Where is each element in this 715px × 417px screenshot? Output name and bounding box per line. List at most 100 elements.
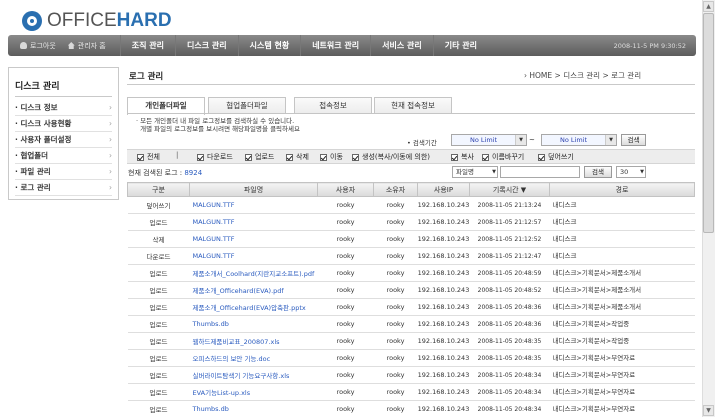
search-field-select[interactable]: 파일명 ▼ xyxy=(452,166,498,178)
log-type: 업로드 xyxy=(127,213,190,231)
user-name: rooky xyxy=(317,400,374,417)
filter-delete-checkbox[interactable]: 삭제 xyxy=(286,152,309,162)
ip-address: 192.168.10.243 xyxy=(417,298,470,316)
filter-move-checkbox[interactable]: 이동 xyxy=(320,152,343,162)
col-filename-header[interactable]: 파일명 xyxy=(189,182,318,197)
checkbox-checked-icon xyxy=(137,153,144,161)
user-name: rooky xyxy=(317,332,374,350)
sidebar-item-disk-usage[interactable]: · 디스크 사용현황 › xyxy=(15,116,112,132)
search-button[interactable]: 검색 xyxy=(584,166,612,178)
user-name: rooky xyxy=(317,298,374,316)
owner-name: rooky xyxy=(373,281,418,299)
col-user-header[interactable]: 사용자 xyxy=(317,182,374,197)
checkbox-checked-icon xyxy=(451,153,458,161)
log-type: 업로드 xyxy=(127,281,190,299)
ip-address: 192.168.10.243 xyxy=(417,349,470,367)
main-menu: 조직 관리 디스크 관리 시스템 현황 네트워크 관리 서비스 관리 기타 관리 xyxy=(119,35,488,56)
owner-name: rooky xyxy=(373,332,418,350)
col-type-header[interactable]: 구분 xyxy=(127,182,190,197)
log-type: 업로드 xyxy=(127,349,190,367)
file-name-link[interactable]: 제품소개_Officehard(EVA).pdf xyxy=(189,281,318,299)
user-name: rooky xyxy=(317,366,374,384)
sidebar-item-log-manage[interactable]: · 로그 관리 › xyxy=(15,180,112,196)
log-time: 2008-11-05 20:48:59 xyxy=(469,264,550,282)
filter-overwrite-checkbox[interactable]: 덮어쓰기 xyxy=(538,152,574,162)
sidebar-item-user-folder[interactable]: · 사용자 폴더설정 › xyxy=(15,132,112,148)
scroll-down-icon[interactable]: ▼ xyxy=(703,405,714,416)
file-name-link[interactable]: 오피스하드의 보안 기능.doc xyxy=(189,349,318,367)
table-row: 덮어쓰기 MALGUN.TTF rooky rooky 192.168.10.243 20… xyxy=(127,196,695,214)
filter-copy-checkbox[interactable]: 복사 xyxy=(451,152,474,162)
col-path-header[interactable]: 경로 xyxy=(549,182,695,197)
logo-text: OFFICEHARD xyxy=(47,10,172,31)
owner-name: rooky xyxy=(373,400,418,417)
scroll-up-icon[interactable]: ▲ xyxy=(703,1,714,12)
filter-download-checkbox[interactable]: 다운로드 xyxy=(197,152,233,162)
log-type: 삭제 xyxy=(127,230,190,248)
admin-home-link[interactable]: 관리자 홈 xyxy=(67,41,106,51)
file-name-link[interactable]: Thumbs.db xyxy=(189,400,318,417)
period-search-button[interactable]: 검색 xyxy=(621,134,646,146)
file-name-link[interactable]: MALGUN.TTF xyxy=(189,196,318,214)
log-type: 업로드 xyxy=(127,315,190,333)
log-time: 2008-11-05 21:12:47 xyxy=(469,247,550,265)
tab-collab-folder[interactable]: 협업폴더파일 xyxy=(208,97,286,114)
log-time: 2008-11-05 21:12:57 xyxy=(469,213,550,231)
log-time: 2008-11-05 20:48:35 xyxy=(469,332,550,350)
scroll-thumb[interactable] xyxy=(703,13,714,233)
menu-disk[interactable]: 디스크 관리 xyxy=(175,35,238,56)
period-to-select[interactable]: No Limit ▼ xyxy=(541,134,617,146)
file-name-link[interactable]: MALGUN.TTF xyxy=(189,213,318,231)
col-ip-header[interactable]: 사용IP xyxy=(417,182,470,197)
file-name-link[interactable]: MALGUN.TTF xyxy=(189,247,318,265)
filter-rename-checkbox[interactable]: 이름바꾸기 xyxy=(482,152,524,162)
col-owner-header[interactable]: 소유자 xyxy=(373,182,418,197)
file-name-link[interactable]: Thumbs.db xyxy=(189,315,318,333)
tab-access-info[interactable]: 접속정보 xyxy=(294,97,372,114)
owner-name: rooky xyxy=(373,264,418,282)
period-from-select[interactable]: No Limit ▼ xyxy=(451,134,527,146)
file-name-link[interactable]: 웹하드제품비교표_200807.xls xyxy=(189,332,318,350)
filter-all-checkbox[interactable]: 전체 xyxy=(137,152,160,162)
menu-network[interactable]: 네트워크 관리 xyxy=(300,35,370,56)
user-icon xyxy=(20,42,27,49)
filter-create-checkbox[interactable]: 생성(복사/이동에 의한) xyxy=(352,152,430,162)
logout-link[interactable]: 로그아웃 xyxy=(20,41,56,51)
user-name: rooky xyxy=(317,213,374,231)
tab-divider xyxy=(127,113,695,114)
filter-upload-checkbox[interactable]: 업로드 xyxy=(245,152,274,162)
top-navigation: 로그아웃 관리자 홈 조직 관리 디스크 관리 시스템 현황 네트워크 관리 서… xyxy=(8,35,696,56)
sidebar-item-file-manage[interactable]: · 파일 관리 › xyxy=(15,164,112,180)
checkbox-checked-icon xyxy=(320,153,327,161)
menu-service[interactable]: 서비스 관리 xyxy=(370,35,433,56)
file-name-link[interactable]: 실버라이트탐색기 기능요구사항.xls xyxy=(189,366,318,384)
file-name-link[interactable]: EVA기능List-up.xls xyxy=(189,383,318,401)
menu-org[interactable]: 조직 관리 xyxy=(119,35,175,56)
file-name-link[interactable]: 제품소개서_Coolhard(지란지교소프트).pdf xyxy=(189,264,318,282)
result-count: 현재 검색된 로그 : 8924 xyxy=(128,169,203,177)
checkbox-checked-icon xyxy=(482,153,489,161)
chevron-down-icon: ▼ xyxy=(605,135,616,145)
ip-address: 192.168.10.243 xyxy=(417,264,470,282)
sidebar-item-collab-folder[interactable]: · 협업폴더 › xyxy=(15,148,112,164)
table-row: 업로드 제품소개_Officehard(EVA)압축판.pptx rooky rook… xyxy=(127,298,695,316)
file-path: 내디스크 xyxy=(549,247,695,265)
log-time: 2008-11-05 20:48:35 xyxy=(469,349,550,367)
user-name: rooky xyxy=(317,196,374,214)
sidebar-item-disk-info[interactable]: · 디스크 정보 › xyxy=(15,100,112,116)
chevron-right-icon: › xyxy=(109,135,112,144)
file-name-link[interactable]: 제품소개_Officehard(EVA)압축판.pptx xyxy=(189,298,318,316)
col-time-header[interactable]: 기록시간 ▼ xyxy=(469,182,550,197)
table-row: 업로드 Thumbs.db rooky rooky 192.168.10.243 2008… xyxy=(127,400,695,417)
tab-current-access[interactable]: 현재 접속정보 xyxy=(374,97,452,114)
file-path: 내디스크>기획문서>작업중 xyxy=(549,315,695,333)
file-name-link[interactable]: MALGUN.TTF xyxy=(189,230,318,248)
file-path: 내디스크>기획문서>작업중 xyxy=(549,332,695,350)
menu-etc[interactable]: 기타 관리 xyxy=(432,35,488,56)
search-input[interactable] xyxy=(500,166,580,178)
page-size-select[interactable]: 30 ▼ xyxy=(616,166,646,178)
log-time: 2008-11-05 20:48:34 xyxy=(469,400,550,417)
checkbox-checked-icon xyxy=(352,153,359,161)
menu-system[interactable]: 시스템 현황 xyxy=(237,35,301,56)
officehard-logo[interactable]: OFFICEHARD xyxy=(22,10,172,32)
